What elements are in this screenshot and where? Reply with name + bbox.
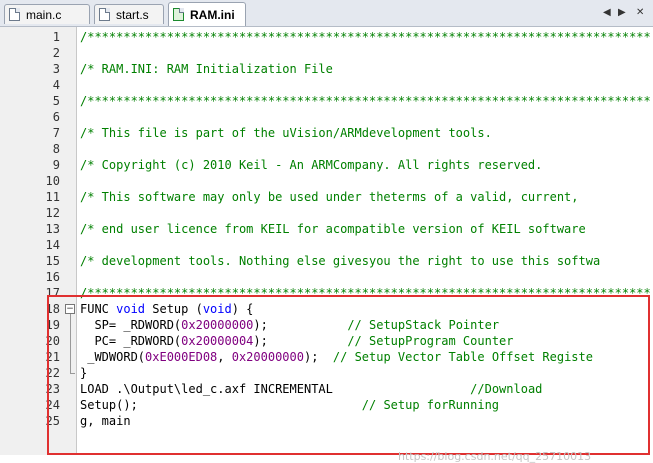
file-icon <box>9 8 20 21</box>
code-line: 4 <box>0 77 653 93</box>
code-line: 2 <box>0 45 653 61</box>
code-token: /* Copyright (c) 2010 Keil - An ARMCompa… <box>80 158 543 172</box>
tab-ram-ini[interactable]: RAM.ini <box>168 2 246 26</box>
line-number: 3 <box>52 62 60 76</box>
code-line: 12 <box>0 205 653 221</box>
tab-start-s[interactable]: start.s <box>94 4 164 24</box>
scroll-right-icon[interactable]: ▶ <box>618 7 626 18</box>
line-number: 14 <box>45 238 60 252</box>
code-line: 14 <box>0 237 653 253</box>
line-number: 7 <box>52 126 60 140</box>
line-number: 4 <box>52 78 60 92</box>
tab-main-c[interactable]: main.c <box>4 4 90 24</box>
code-text: /* This file is part of the uVision/ARMd… <box>80 125 492 141</box>
code-token: /* end user licence from KEIL for acompa… <box>80 222 586 236</box>
code-token: /***************************************… <box>80 30 651 44</box>
line-number: 8 <box>52 142 60 156</box>
code-text: /***************************************… <box>80 29 651 45</box>
line-number: 16 <box>45 270 60 284</box>
tab-bar: main.c start.s RAM.ini ◀ ▶ ✕ <box>0 0 653 27</box>
code-line: 5 /**************************************… <box>0 93 653 109</box>
line-number: 6 <box>52 110 60 124</box>
code-line: 3 /* RAM.INI: RAM Initialization File <box>0 61 653 77</box>
code-text: /* RAM.INI: RAM Initialization File <box>80 61 333 77</box>
file-icon <box>99 8 110 21</box>
code-line: 10 <box>0 173 653 189</box>
file-icon <box>173 8 184 21</box>
line-number: 11 <box>45 190 60 204</box>
code-editor[interactable]: 1 /**************************************… <box>0 27 653 463</box>
watermark: https://blog.csdn.net/qq_25710013 <box>398 450 592 463</box>
code-line: 1 /**************************************… <box>0 29 653 45</box>
close-icon[interactable]: ✕ <box>636 7 644 18</box>
line-number: 1 <box>52 30 60 44</box>
code-token: /***************************************… <box>80 94 651 108</box>
code-line: 11 /* This software may only be used unde… <box>0 189 653 205</box>
code-line: 7 /* This file is part of the uVision/ARM… <box>0 125 653 141</box>
code-line: 15 /* development tools. Nothing else giv… <box>0 253 653 269</box>
tab-label: start.s <box>116 7 149 22</box>
line-number: 9 <box>52 158 60 172</box>
code-line: 9 /* Copyright (c) 2010 Keil - An ARMComp… <box>0 157 653 173</box>
code-token: /* development tools. Nothing else gives… <box>80 254 601 268</box>
code-line: 13 /* end user licence from KEIL for acom… <box>0 221 653 237</box>
tab-label: RAM.ini <box>190 7 235 22</box>
code-token: /* RAM.INI: RAM Initialization File <box>80 62 333 76</box>
line-number: 15 <box>45 254 60 268</box>
code-token: /* This file is part of the uVision/ARMd… <box>80 126 492 140</box>
highlight-box <box>47 295 650 455</box>
code-line: 16 <box>0 269 653 285</box>
code-line: 6 <box>0 109 653 125</box>
code-text: /* end user licence from KEIL for acompa… <box>80 221 586 237</box>
line-number: 5 <box>52 94 60 108</box>
line-number: 10 <box>45 174 60 188</box>
code-text: /* Copyright (c) 2010 Keil - An ARMCompa… <box>80 157 542 173</box>
code-text: /***************************************… <box>80 93 651 109</box>
line-number: 2 <box>52 46 60 60</box>
line-number: 12 <box>45 206 60 220</box>
code-line: 8 <box>0 141 653 157</box>
line-number: 13 <box>45 222 60 236</box>
code-text: /* This software may only be used under … <box>80 189 579 205</box>
scroll-left-icon[interactable]: ◀ <box>603 7 611 18</box>
code-token: /* This software may only be used under … <box>80 190 579 204</box>
code-text: /* development tools. Nothing else gives… <box>80 253 600 269</box>
tab-label: main.c <box>26 7 62 22</box>
